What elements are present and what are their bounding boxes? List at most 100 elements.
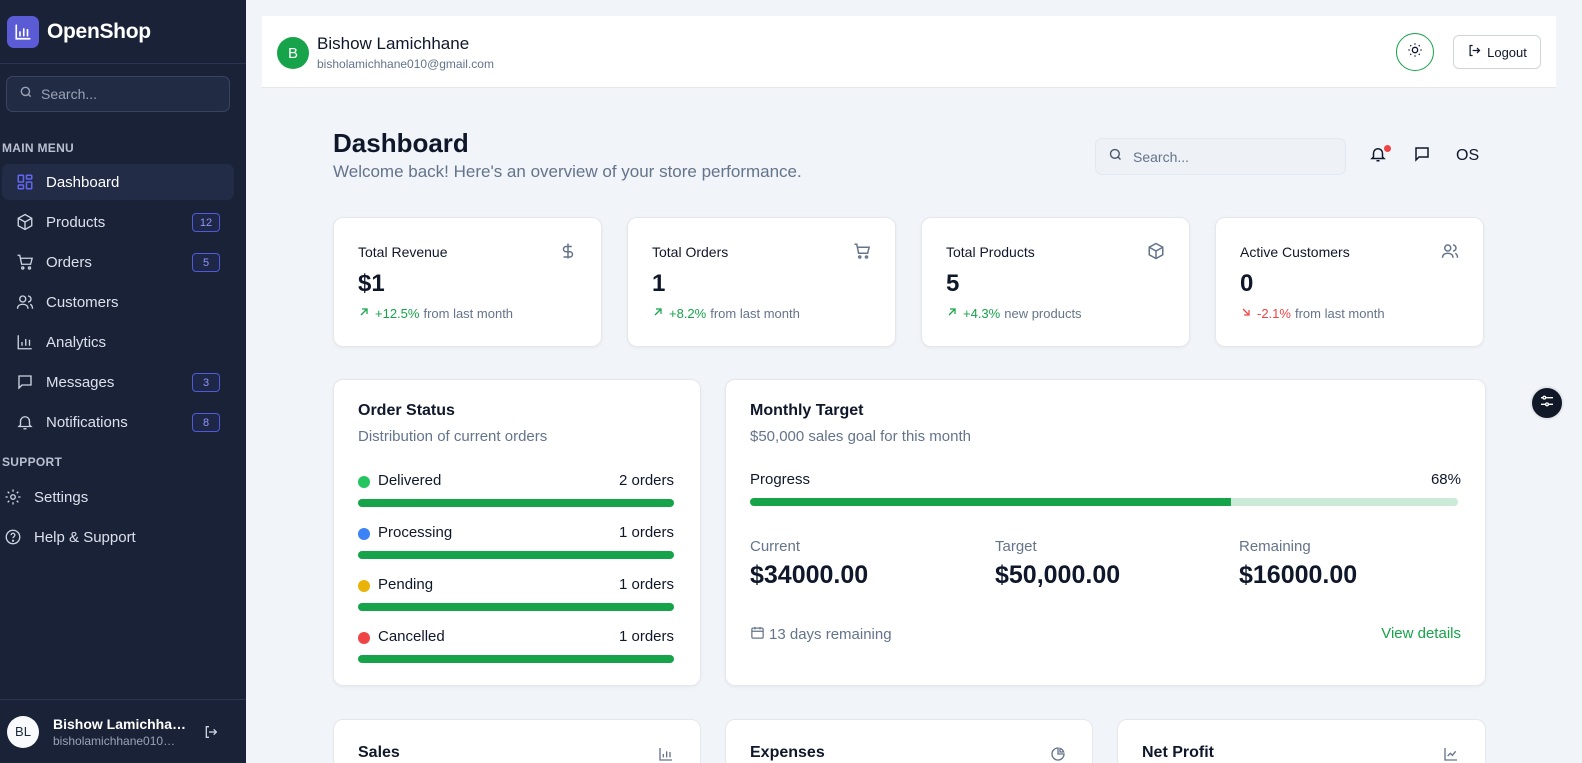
status-count: 1 orders [618,628,674,645]
status-label: Processing [378,524,453,541]
stat-change: -2.1% from last month [1240,306,1385,321]
sidebar-item-dashboard[interactable]: Dashboard [2,164,234,200]
days-remaining: 13 days remaining [750,625,892,644]
sidebar-user-name: Bishow Lamichhane [53,715,187,732]
avatar[interactable]: BL [7,715,39,748]
bar-chart-icon [658,746,676,763]
progress-label: Progress [750,471,811,488]
sun-icon [1407,42,1423,63]
logout-button[interactable]: Logout [1453,35,1541,69]
sales-card: Sales [333,719,701,763]
trend-up-icon [358,306,370,321]
stat-change-suffix: from last month [710,306,800,321]
stat-card-products: Total Products 5 +4.3% new products [921,217,1190,347]
main-search-input[interactable] [1133,148,1333,165]
progress-fill [750,498,1232,506]
dollar-icon [559,242,579,262]
stat-card-orders: Total Orders 1 +8.2% from last month [627,217,896,347]
stat-change-pct: +4.3% [963,306,1001,321]
order-status-subtitle: Distribution of current orders [358,428,548,445]
target-label: Target [995,538,1037,555]
view-details-link[interactable]: View details [1381,625,1461,642]
current-label: Current [750,538,801,555]
message-icon[interactable] [1413,145,1435,167]
expenses-title: Expenses [750,744,825,761]
sidebar-item-help[interactable]: Help & Support [2,519,234,555]
stat-title: Total Orders [652,244,729,260]
avatar[interactable]: B [277,37,309,69]
status-dot [358,476,370,488]
stat-card-customers: Active Customers 0 -2.1% from last month [1215,217,1484,347]
calendar-icon [750,625,765,644]
count-badge: 12 [192,213,220,232]
logout-icon[interactable] [201,722,221,742]
status-label: Pending [378,576,434,593]
main-search[interactable] [1095,138,1346,175]
brand[interactable]: OpenShop [0,0,246,64]
remaining-value: $16000.00 [1239,561,1358,589]
status-bar [358,499,674,507]
bell-icon[interactable] [1369,145,1391,167]
target-stat: Target $50,000.00 [995,538,1120,590]
page-title: Dashboard [333,128,469,158]
sidebar-item-label: Help & Support [34,528,136,546]
sidebar-item-settings[interactable]: Settings [2,479,234,515]
users-icon [14,291,36,313]
line-chart-icon [1443,746,1461,763]
status-count: 1 orders [618,576,674,593]
sidebar-item-notifications[interactable]: Notifications 8 [2,404,234,440]
stat-value: 5 [946,270,960,297]
monthly-target-subtitle: $50,000 sales goal for this month [750,428,971,445]
floating-settings-button[interactable] [1530,386,1564,420]
stat-change: +4.3% new products [946,306,1082,321]
expenses-card: Expenses [725,719,1093,763]
sidebar-item-customers[interactable]: Customers [2,284,234,320]
dashboard-icon [14,171,36,193]
trend-up-icon [946,306,958,321]
bar-chart-icon [14,331,36,353]
gear-icon [2,486,24,508]
stat-change-pct: +12.5% [375,306,420,321]
count-badge: 8 [192,413,220,432]
sidebar-item-label: Orders [46,253,92,271]
sidebar-item-products[interactable]: Products 12 [2,204,234,240]
stat-change: +12.5% from last month [358,306,513,321]
search-icon [1108,147,1123,167]
trend-down-icon [1240,306,1252,321]
status-dot [358,528,370,540]
order-status-row: Pending 1 orders [358,576,674,616]
box-icon [14,211,36,233]
topbar: B Bishow Lamichhane bisholamichhane010@g… [262,16,1556,88]
order-status-card: Order Status Distribution of current ord… [333,379,701,686]
remaining-stat: Remaining $16000.00 [1239,538,1357,590]
progress-bar [750,498,1458,506]
sidebar-search-input[interactable] [41,86,211,102]
current-value: $34000.00 [750,561,869,589]
support-label: SUPPORT [2,455,63,469]
stat-card-revenue: Total Revenue $1 +12.5% from last month [333,217,602,347]
status-count: 1 orders [618,524,674,541]
sidebar-item-orders[interactable]: Orders 5 [2,244,234,280]
count-badge: 3 [192,373,220,392]
users-icon [1441,242,1461,262]
logo-icon [7,15,39,48]
notification-dot [1384,145,1391,152]
sidebar-user: BL Bishow Lamichhane bisholamichhane010@… [0,699,246,763]
net-profit-card: Net Profit [1117,719,1486,763]
theme-toggle-button[interactable] [1396,33,1434,71]
search-icon [19,85,33,104]
progress-percent: 68% [1430,471,1461,488]
stat-change-suffix: new products [1004,306,1082,321]
user-initials[interactable]: OS [1456,147,1479,165]
sidebar-item-messages[interactable]: Messages 3 [2,364,234,400]
remaining-label: Remaining [1239,538,1311,555]
status-count: 2 orders [618,472,674,489]
order-status-row: Processing 1 orders [358,524,674,564]
sidebar-user-email: bisholamichhane010@gmail.com [53,733,187,748]
sidebar-search[interactable] [6,76,230,112]
cart-icon [14,251,36,273]
order-status-row: Cancelled 1 orders [358,628,674,668]
sidebar-item-analytics[interactable]: Analytics [2,324,234,360]
stat-change-suffix: from last month [1294,306,1385,321]
status-dot [358,632,370,644]
